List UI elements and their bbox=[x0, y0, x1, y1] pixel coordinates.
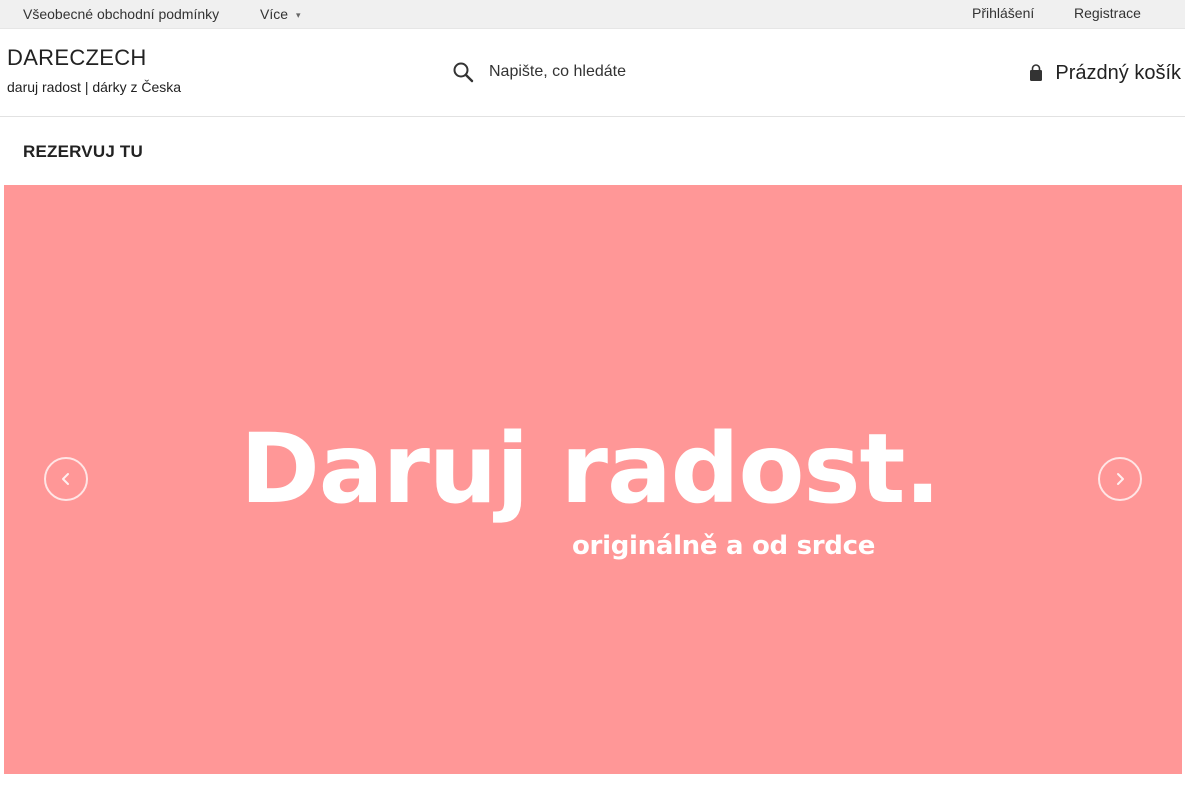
search-icon[interactable] bbox=[452, 61, 474, 83]
terms-link[interactable]: Všeobecné obchodní podmínky bbox=[23, 0, 219, 29]
cart-icon bbox=[1029, 64, 1043, 82]
search-input-placeholder[interactable]: Napište, co hledáte bbox=[489, 63, 626, 81]
chevron-down-icon: ▾ bbox=[296, 9, 301, 20]
nav-item-rezervuj-tu[interactable]: REZERVUJ TU bbox=[23, 142, 143, 162]
search-bar[interactable]: Napište, co hledáte bbox=[450, 55, 626, 89]
site-logo-title[interactable]: DARECZECH bbox=[7, 45, 147, 71]
login-link[interactable]: Přihlášení bbox=[972, 0, 1034, 29]
site-tagline: daruj radost | dárky z Česka bbox=[7, 79, 182, 95]
arrow-right-icon bbox=[1117, 473, 1124, 485]
slider-next-button[interactable] bbox=[1098, 457, 1142, 501]
cart-button[interactable]: Prázdný košík bbox=[1029, 57, 1181, 89]
arrow-left-icon bbox=[62, 473, 69, 485]
hero-slider[interactable]: Daruj radost. originálně a od srdce bbox=[4, 185, 1182, 774]
more-menu-link[interactable]: Více ▾ bbox=[260, 0, 301, 29]
slider-prev-button[interactable] bbox=[44, 457, 88, 501]
register-link[interactable]: Registrace bbox=[1074, 0, 1141, 29]
cart-label: Prázdný košík bbox=[1055, 61, 1181, 84]
main-navigation: REZERVUJ TU bbox=[0, 118, 1185, 184]
more-menu-label: Více bbox=[260, 6, 289, 22]
site-header: DARECZECH daruj radost | dárky z Česka N… bbox=[0, 29, 1185, 117]
hero-headline: Daruj radost. bbox=[240, 413, 941, 525]
hero-subline: originálně a od srdce bbox=[572, 531, 876, 561]
top-utility-bar: Všeobecné obchodní podmínky Více ▾ Přihlá… bbox=[0, 0, 1185, 29]
